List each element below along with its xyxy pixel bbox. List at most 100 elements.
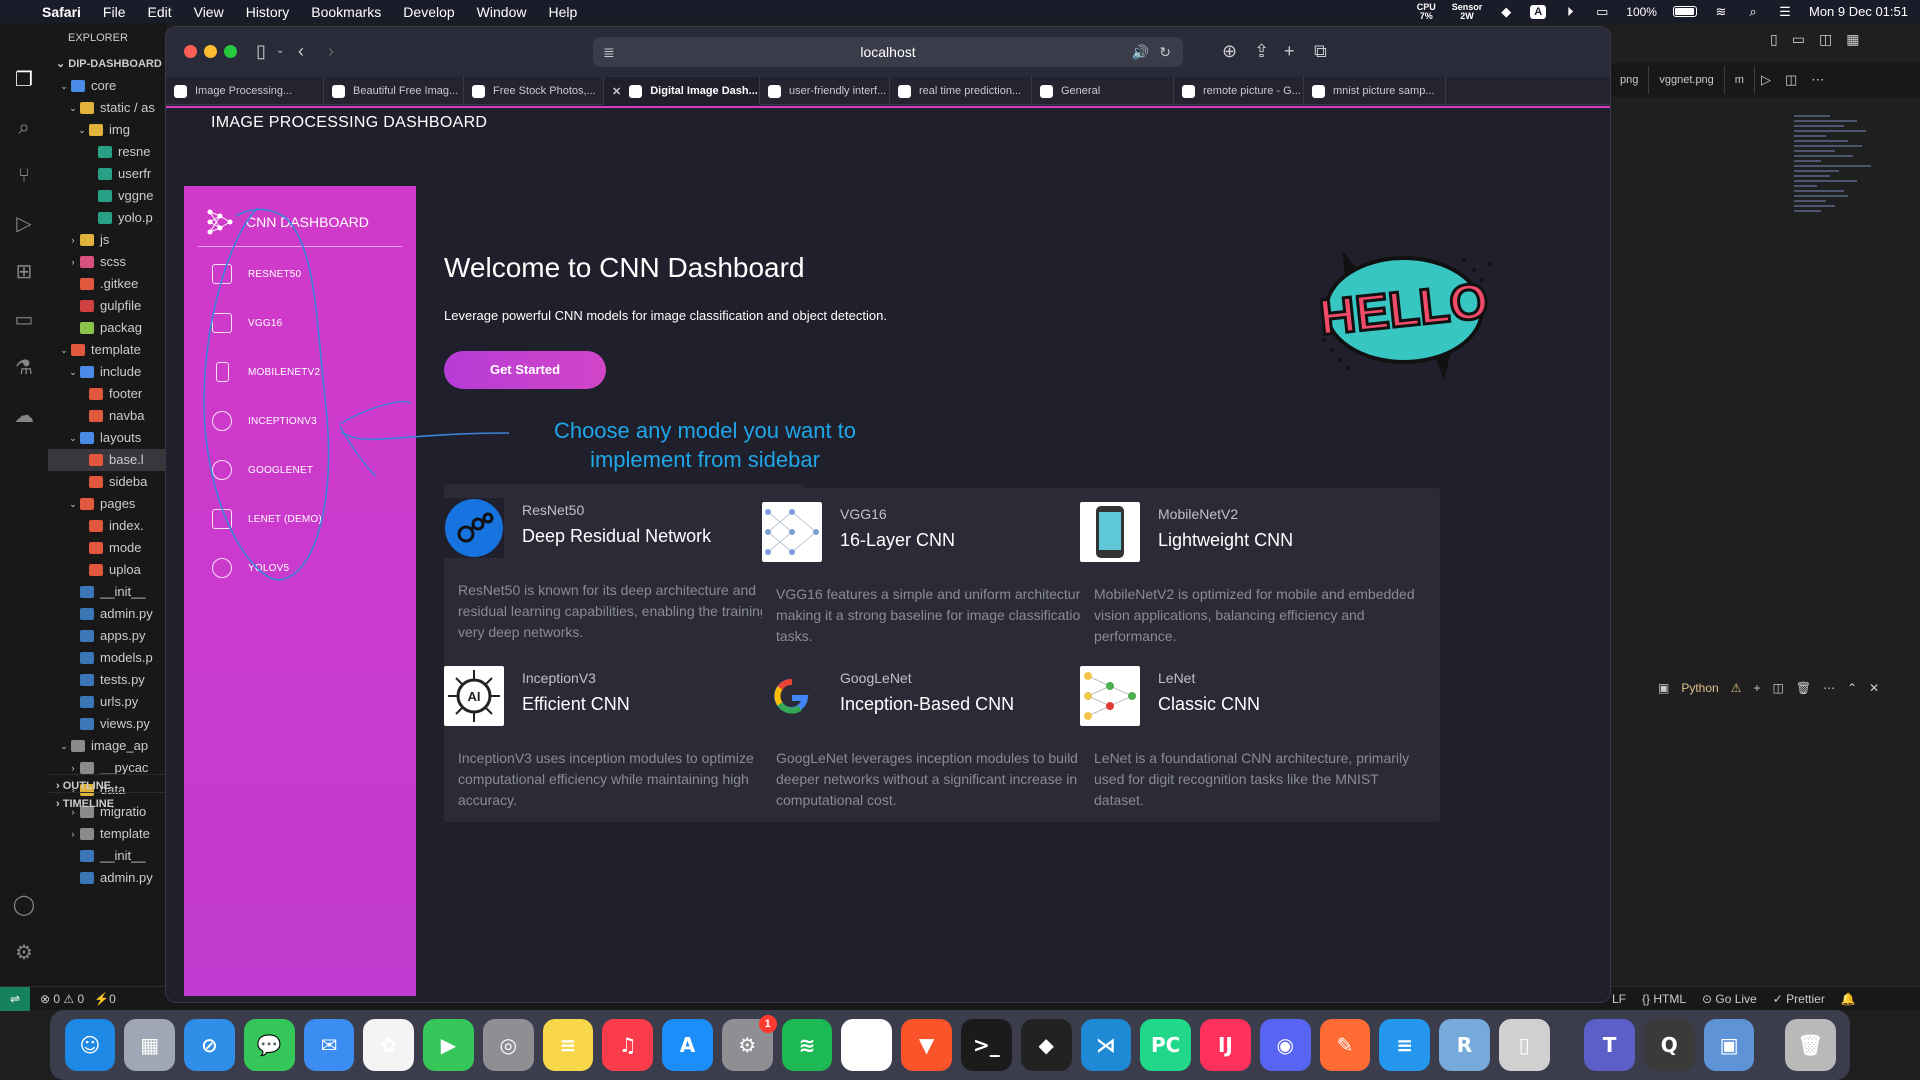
dock-app-photos-icon[interactable]: ✿: [363, 1019, 415, 1071]
kill-terminal-icon[interactable]: 🗑: [1796, 681, 1811, 695]
browser-tab[interactable]: Beautiful Free Imag...: [324, 77, 464, 105]
dock-app-intellij-icon[interactable]: IJ: [1200, 1019, 1251, 1071]
browser-tab[interactable]: General: [1032, 77, 1174, 105]
dock-app-finder-icon[interactable]: ☺: [64, 1019, 116, 1071]
model-card[interactable]: MobileNetV2 Lightweight CNN MobileNetV2 is…: [1080, 488, 1440, 658]
window-minimize-button[interactable]: [204, 45, 217, 58]
tree-item[interactable]: uploa: [48, 559, 166, 581]
prettier-status[interactable]: ✓ Prettier: [1773, 992, 1825, 1006]
tree-item[interactable]: vggne: [48, 185, 166, 207]
run-file-icon[interactable]: ▷: [1761, 72, 1771, 88]
maximize-panel-icon[interactable]: ⌃: [1847, 681, 1857, 695]
settings-gear-icon[interactable]: ⚙: [11, 940, 37, 966]
tree-item[interactable]: admin.py: [48, 603, 166, 625]
search-icon[interactable]: ⌕: [11, 115, 37, 141]
notifications-bell-icon[interactable]: 🔔: [1841, 992, 1856, 1006]
page-menu-icon[interactable]: ≣: [603, 37, 615, 67]
reload-icon[interactable]: ↻: [1159, 37, 1171, 67]
tree-item[interactable]: views.py: [48, 713, 166, 735]
go-live-button[interactable]: ⊙ Go Live: [1702, 992, 1757, 1006]
menu-bookmarks[interactable]: Bookmarks: [311, 4, 381, 20]
menu-file[interactable]: File: [103, 4, 126, 20]
tree-item[interactable]: ⌄ template: [48, 339, 166, 361]
menu-view[interactable]: View: [194, 4, 224, 20]
dock-app-docker-icon[interactable]: ≡: [1379, 1019, 1431, 1071]
spotlight-search-icon[interactable]: ⌕: [1745, 4, 1761, 19]
account-icon[interactable]: ◯: [11, 892, 37, 918]
menu-window[interactable]: Window: [477, 4, 527, 20]
dock-app-teams-icon[interactable]: T: [1584, 1019, 1635, 1071]
tab-overview-icon[interactable]: ⧉: [1314, 41, 1327, 61]
line-ending[interactable]: LF: [1612, 992, 1626, 1006]
sidebar-item-lenet[interactable]: LENET (DEMO): [212, 509, 322, 529]
tree-item[interactable]: .gitkee: [48, 273, 166, 295]
app-status-icon[interactable]: ◆: [1498, 4, 1514, 19]
sidebar-item-resnet50[interactable]: RESNET50: [212, 264, 301, 284]
dock-app-mail-icon[interactable]: ✉: [303, 1019, 355, 1071]
tree-item[interactable]: ⌄ core: [48, 75, 166, 97]
dock-app-pen-icon[interactable]: ✎: [1319, 1019, 1371, 1071]
menu-help[interactable]: Help: [548, 4, 577, 20]
tree-item[interactable]: base.l: [48, 449, 166, 471]
source-control-icon[interactable]: ⑂: [11, 163, 37, 189]
ports-count[interactable]: ⚡0: [94, 992, 116, 1006]
browser-tab[interactable]: user-friendly interf...: [760, 77, 890, 105]
tree-item[interactable]: ⌄ include: [48, 361, 166, 383]
timeline-section[interactable]: › TIMELINE: [48, 792, 166, 814]
dock-app-preview-icon[interactable]: ▣: [1703, 1019, 1755, 1071]
tree-item[interactable]: __init__: [48, 845, 166, 867]
dock-app-launchpad-icon[interactable]: ▦: [124, 1019, 176, 1071]
tree-item[interactable]: ⌄ img: [48, 119, 166, 141]
tree-item[interactable]: ⌄ layouts: [48, 427, 166, 449]
back-button-icon[interactable]: ‹: [298, 41, 304, 61]
dock-app-discord-icon[interactable]: ◉: [1259, 1019, 1311, 1071]
browser-tab[interactable]: mnist picture samp...: [1304, 77, 1446, 105]
editor-tab-more[interactable]: m: [1725, 66, 1755, 94]
dock-app-unity-icon[interactable]: ◆: [1020, 1019, 1072, 1071]
input-source-icon[interactable]: A: [1530, 4, 1547, 19]
dock-app-safari-icon[interactable]: ⊘: [184, 1019, 235, 1071]
tree-item[interactable]: ⌄ static / as: [48, 97, 166, 119]
dock-app-brave-icon[interactable]: ▼: [901, 1019, 952, 1071]
dock-app-pycharm-icon[interactable]: PC: [1140, 1019, 1192, 1071]
new-tab-icon[interactable]: +: [1284, 41, 1295, 61]
split-terminal-icon[interactable]: ◫: [1772, 681, 1783, 695]
model-card[interactable]: ResNet50 Deep Residual Network ResNet50 is…: [444, 484, 804, 654]
tree-item[interactable]: navba: [48, 405, 166, 427]
tree-item[interactable]: admin.py: [48, 867, 166, 889]
model-card[interactable]: AI InceptionV3 Efficient CNN InceptionV3 us…: [444, 652, 804, 822]
editor-minimap[interactable]: [1794, 115, 1884, 255]
tab-group-chevron-icon[interactable]: ⌄: [276, 41, 284, 61]
dock-app-vscode-icon[interactable]: ⋊: [1080, 1019, 1132, 1071]
tree-item[interactable]: mode: [48, 537, 166, 559]
dock-app-spotify-icon[interactable]: ≋: [781, 1019, 833, 1071]
customize-layout-icon[interactable]: ▦: [1846, 31, 1859, 48]
tree-item[interactable]: index.: [48, 515, 166, 537]
share-icon[interactable]: ⇪: [1254, 41, 1269, 61]
tree-item[interactable]: resne: [48, 141, 166, 163]
docker-icon[interactable]: ☁: [11, 403, 37, 429]
dock-app-screenshot-icon[interactable]: ◎: [482, 1019, 534, 1071]
menu-app-safari[interactable]: Safari: [42, 4, 81, 20]
layout-panel-icon[interactable]: ▭: [1792, 31, 1805, 48]
dock-app-music-icon[interactable]: ♫: [602, 1019, 654, 1071]
get-started-button[interactable]: Get Started: [444, 351, 606, 389]
control-center-icon[interactable]: ☰: [1777, 4, 1793, 19]
model-card[interactable]: VGG16 16-Layer CNN VGG16 features a simple…: [762, 488, 1122, 658]
close-panel-icon[interactable]: ✕: [1869, 681, 1879, 695]
menubar-clock[interactable]: Mon 9 Dec 01:51: [1809, 4, 1908, 19]
terminal-icon[interactable]: ▣: [1658, 681, 1669, 695]
remote-indicator-icon[interactable]: ⇌: [0, 986, 30, 1011]
tree-item[interactable]: gulpfile: [48, 295, 166, 317]
close-tab-icon[interactable]: ✕: [612, 85, 621, 98]
dock-app-terminal-icon[interactable]: >_: [960, 1019, 1012, 1071]
browser-tab[interactable]: remote picture - G...: [1174, 77, 1304, 105]
tree-item[interactable]: › template: [48, 823, 166, 845]
play-status-icon[interactable]: ⏵: [1562, 4, 1578, 19]
tree-item[interactable]: urls.py: [48, 691, 166, 713]
display-icon[interactable]: ▭: [1594, 4, 1610, 19]
sensor-stat[interactable]: Sensor 2W: [1452, 2, 1483, 21]
new-terminal-icon[interactable]: +: [1753, 681, 1760, 695]
sidebar-item-mobilenetv2[interactable]: MOBILENETV2: [212, 362, 320, 382]
language-mode[interactable]: {} HTML: [1642, 992, 1686, 1006]
